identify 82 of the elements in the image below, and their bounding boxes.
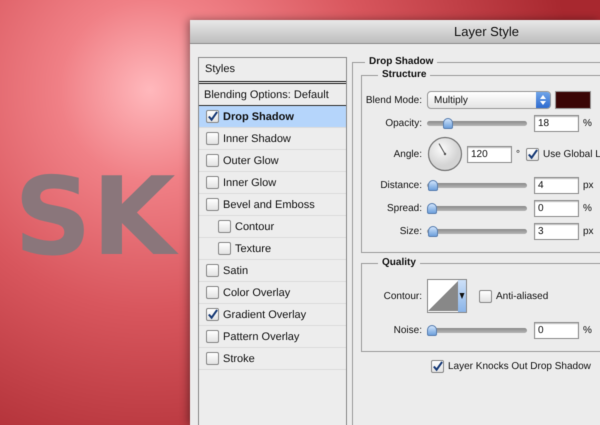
dropdown[interactable]: Multiply — [427, 91, 551, 109]
list-item[interactable]: Bevel and Emboss — [199, 194, 346, 216]
input-field[interactable]: 18 — [534, 114, 579, 132]
checkbox[interactable] — [206, 352, 219, 365]
item-label: Outer Glow — [223, 154, 279, 166]
checkbox[interactable] — [206, 308, 219, 321]
checkbox[interactable] — [206, 154, 219, 167]
checkbox-label: Layer Knocks Out Drop Shadow — [448, 361, 591, 372]
field-label: Contour: — [382, 290, 423, 302]
item-label: Color Overlay — [223, 286, 290, 298]
checkbox-label: Anti-aliased — [496, 290, 548, 302]
item-label: Pattern Overlay — [223, 330, 300, 342]
stepper-icon — [536, 92, 550, 108]
list-item[interactable]: Contour — [199, 216, 346, 238]
slider[interactable] — [427, 118, 527, 128]
field-label: Distance: — [379, 180, 423, 190]
item-label: Bevel and Emboss — [223, 198, 315, 210]
checkbox[interactable] — [206, 330, 219, 343]
checkbox[interactable] — [206, 132, 219, 145]
list-item[interactable]: Inner Shadow — [199, 128, 346, 150]
checkbox[interactable] — [218, 242, 231, 255]
group-title: Drop Shadow — [365, 56, 438, 67]
list-item[interactable]: Inner Glow — [199, 172, 346, 194]
input-field[interactable]: 3 — [534, 222, 579, 240]
checkbox[interactable] — [206, 110, 219, 123]
item-label: Drop Shadow — [223, 110, 294, 122]
contour-picker[interactable] — [427, 279, 467, 313]
slider[interactable] — [427, 180, 527, 190]
color-swatch[interactable] — [555, 91, 591, 109]
item-label: Gradient Overlay — [223, 308, 306, 320]
checkbox[interactable] — [206, 264, 219, 277]
angle-dial[interactable] — [427, 136, 463, 172]
group-title: Structure — [378, 69, 430, 80]
checkbox[interactable] — [218, 220, 231, 233]
panel-header: Styles — [199, 58, 346, 84]
slider[interactable] — [427, 202, 527, 214]
field-label: Blend Mode: — [364, 94, 423, 106]
slider-thumb[interactable] — [443, 118, 454, 128]
artwork-text: SK — [10, 150, 180, 285]
unit-label: px — [583, 226, 594, 236]
unit-label: % — [583, 324, 592, 336]
unit-label: % — [583, 202, 592, 214]
input-field[interactable]: 0 — [534, 322, 579, 338]
list-item[interactable]: Satin — [199, 260, 346, 282]
unit-label: px — [583, 180, 594, 190]
item-label: Satin — [223, 264, 248, 276]
unit-label: % — [583, 118, 592, 128]
window-title: Layer Style — [454, 24, 520, 39]
list-item[interactable]: Color Overlay — [199, 282, 346, 304]
checkbox[interactable] — [479, 290, 492, 302]
group-title: Quality — [378, 257, 420, 268]
checkbox[interactable] — [206, 198, 219, 211]
slider[interactable] — [427, 324, 527, 336]
list-item[interactable]: Stroke — [199, 348, 346, 370]
list-item[interactable]: Drop Shadow — [199, 106, 346, 128]
list-item[interactable]: Pattern Overlay — [199, 326, 346, 348]
slider[interactable] — [427, 226, 527, 236]
slider-thumb[interactable] — [427, 202, 437, 214]
list-item[interactable]: Gradient Overlay — [199, 304, 346, 326]
checkbox[interactable] — [526, 148, 539, 160]
field-label: Noise: — [392, 324, 423, 336]
field-label: Angle: — [392, 148, 423, 160]
unit-label: ° — [516, 148, 520, 160]
item-label: Texture — [235, 242, 272, 254]
checkbox[interactable] — [431, 360, 444, 373]
checkbox[interactable] — [206, 176, 219, 189]
input-field[interactable]: 0 — [534, 200, 579, 216]
slider-thumb[interactable] — [427, 324, 437, 336]
list-item[interactable]: Texture — [199, 238, 346, 260]
item-label: Inner Shadow — [223, 132, 291, 144]
field-label: Size: — [398, 226, 423, 236]
checkbox[interactable] — [206, 286, 219, 299]
slider-thumb[interactable] — [428, 226, 438, 236]
input-field[interactable]: 4 — [534, 176, 579, 194]
list-item[interactable]: Outer Glow — [199, 150, 346, 172]
slider-thumb[interactable] — [428, 180, 438, 190]
field-label: Opacity: — [384, 118, 423, 128]
item-label: Contour — [235, 220, 274, 232]
item-label: Stroke — [223, 352, 255, 364]
field-label: Spread: — [386, 202, 423, 214]
input-field[interactable]: 120 — [467, 146, 512, 162]
item-label: Inner Glow — [223, 176, 276, 188]
